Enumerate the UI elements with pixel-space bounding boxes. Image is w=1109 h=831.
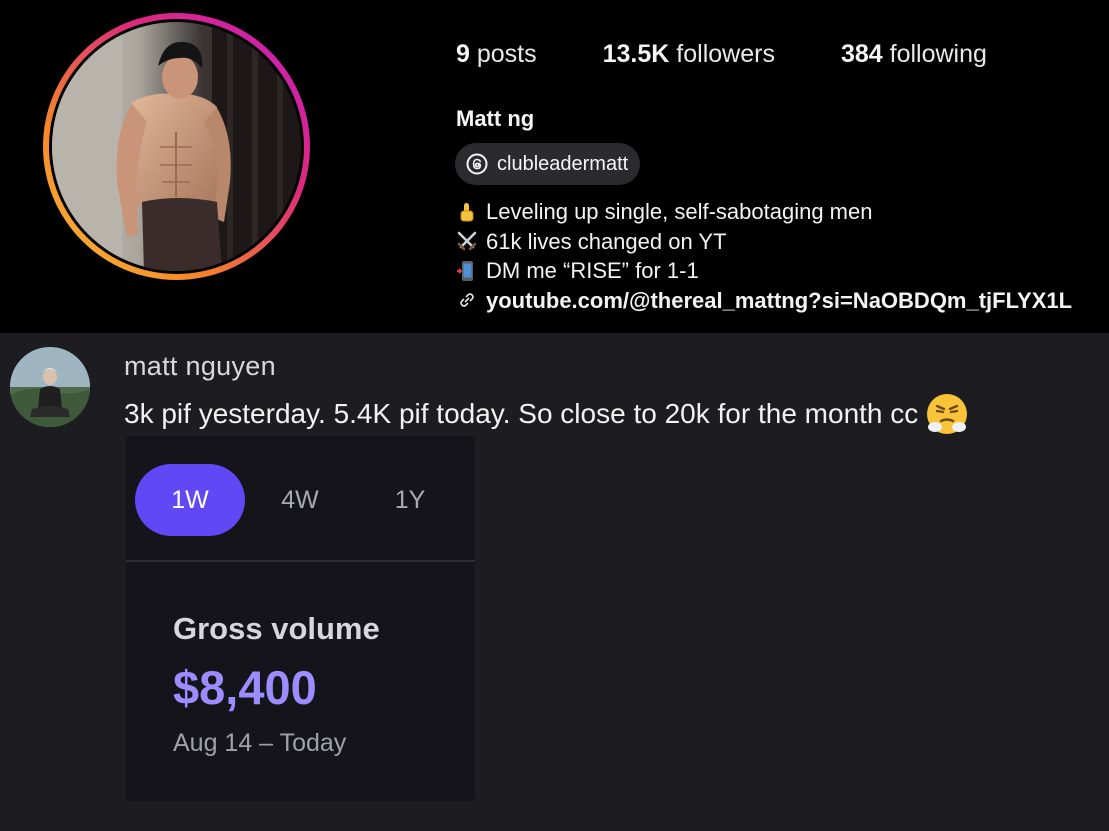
bio-text: DM me “RISE” for 1-1 <box>486 258 699 283</box>
display-name: Matt ng <box>456 106 535 131</box>
gross-volume-card: 1W 4W 1Y Gross volume $8,400 Aug 14 – To… <box>126 436 475 801</box>
gross-volume-label: Gross volume <box>173 611 380 646</box>
posts-label: posts <box>476 40 537 68</box>
followers-count: 13.5K <box>602 40 670 68</box>
card-divider <box>126 560 475 562</box>
steam-from-nose-face-icon <box>927 394 968 434</box>
profile-stats: 9 posts 13.5K followers 384 following <box>456 40 987 69</box>
profile-avatar-ring[interactable] <box>43 13 310 280</box>
link-icon <box>460 293 474 308</box>
post-author-avatar[interactable] <box>10 347 90 427</box>
crossed-swords-icon <box>457 231 477 251</box>
profile-header: 9 posts 13.5K followers 384 following Ma… <box>0 0 1109 333</box>
gross-volume-amount: $8,400 <box>173 661 317 714</box>
phone-icon <box>457 260 473 281</box>
bio-text: Leveling up single, self-sabotaging men <box>486 199 873 224</box>
threads-handle-button[interactable]: clubleadermatt <box>455 143 641 185</box>
posts-count: 9 <box>456 40 470 68</box>
profile-avatar[interactable] <box>49 19 304 274</box>
bio-text: 61k lives changed on YT <box>486 228 727 254</box>
followers-label: followers <box>676 40 775 68</box>
tab-4w[interactable]: 4W <box>245 464 355 536</box>
posts-stat[interactable]: 9 posts <box>456 40 537 69</box>
followers-stat[interactable]: 13.5K followers <box>603 40 775 69</box>
period-tabs: 1W 4W 1Y <box>135 464 465 536</box>
profile-photo <box>52 22 301 271</box>
threads-handle: clubleadermatt <box>497 152 629 175</box>
post-author-name[interactable]: matt nguyen <box>124 351 276 382</box>
post-text-row: 3k pif yesterday. 5.4K pif today. So clo… <box>124 391 970 437</box>
bio-line: Leveling up single, self-sabotaging men <box>456 197 1072 227</box>
author-photo <box>10 347 90 427</box>
tab-1y[interactable]: 1Y <box>355 464 465 536</box>
pointing-up-icon <box>460 202 474 222</box>
post-text: 3k pif yesterday. 5.4K pif today. So clo… <box>124 398 919 429</box>
post: matt nguyen 3k pif yesterday. 5.4K pif t… <box>0 333 1109 831</box>
following-label: following <box>889 40 987 68</box>
gross-volume-date-range: Aug 14 – Today <box>173 729 347 757</box>
bio-link[interactable]: youtube.com/@thereal_mattng?si=NaOBDQm_t… <box>486 286 1072 316</box>
bio-line: DM me “RISE” for 1-1 <box>456 256 1072 286</box>
following-stat[interactable]: 384 following <box>841 40 987 69</box>
bio-link-line[interactable]: youtube.com/@thereal_mattng?si=NaOBDQm_t… <box>456 286 1072 316</box>
threads-icon <box>466 153 488 175</box>
tab-1w[interactable]: 1W <box>135 464 245 536</box>
following-count: 384 <box>840 40 883 68</box>
profile-bio: Leveling up single, self-sabotaging men … <box>456 197 1072 315</box>
bio-line: 61k lives changed on YT <box>456 227 1072 257</box>
